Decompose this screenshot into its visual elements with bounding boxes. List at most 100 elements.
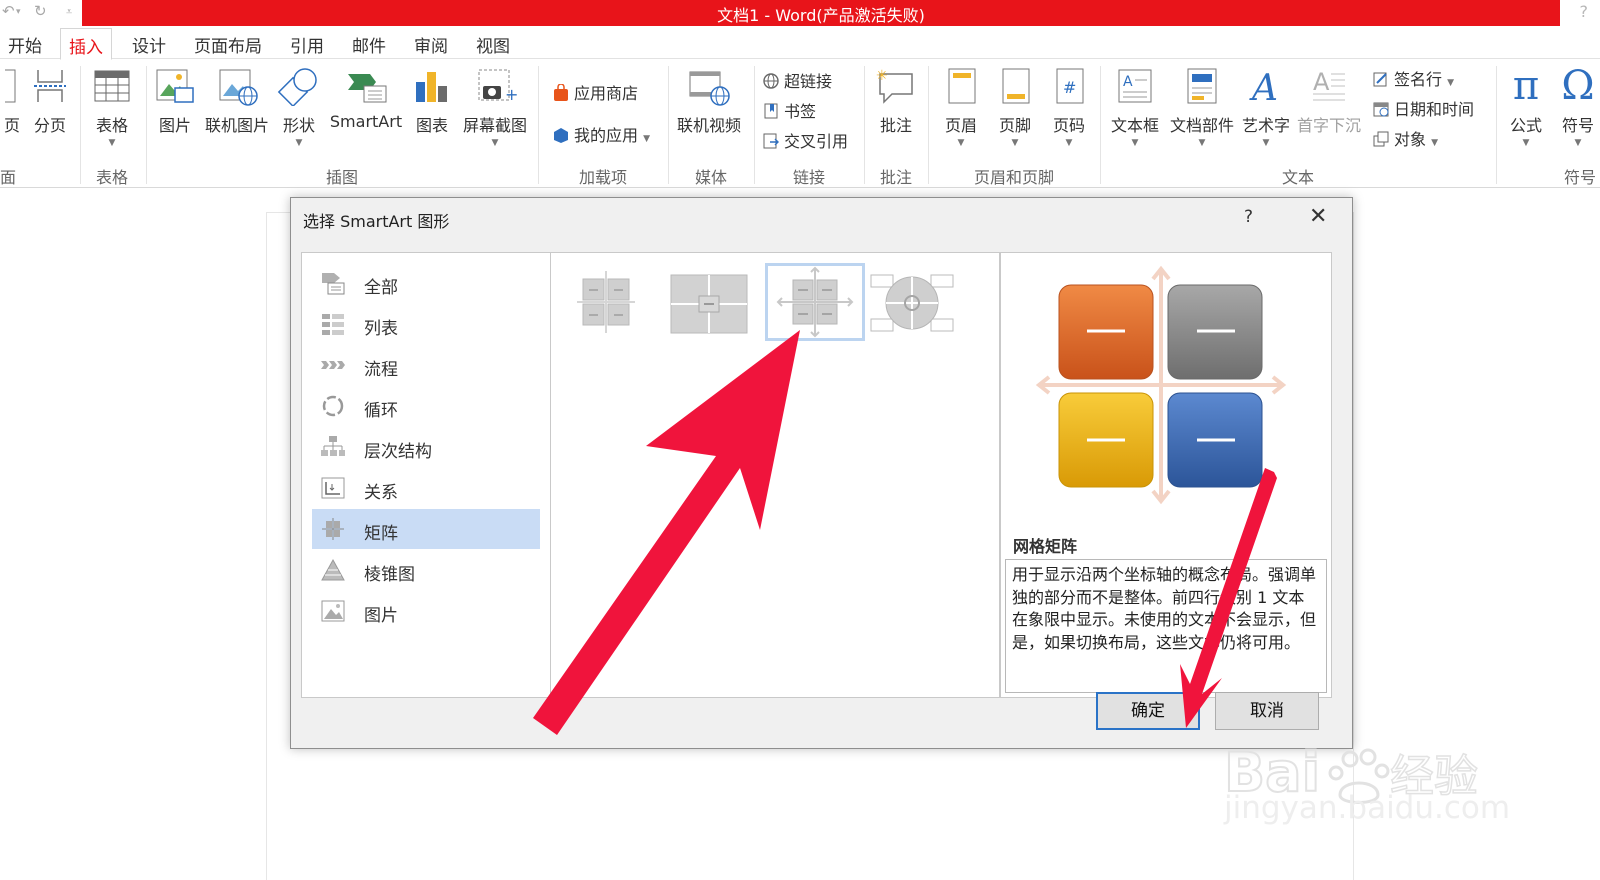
page-icon: [5, 69, 16, 103]
datetime-button[interactable]: 日期和时间: [1372, 96, 1474, 120]
undo-icon[interactable]: ↶: [2, 2, 15, 20]
textbox-icon: A: [1118, 69, 1152, 103]
smartart-icon: [348, 74, 387, 103]
screenshot-button[interactable]: + 屏幕截图 ▼: [458, 66, 532, 148]
category-process[interactable]: 流程: [312, 345, 540, 385]
cover-page-label: 页: [3, 116, 20, 135]
close-icon[interactable]: ✕: [1309, 204, 1327, 229]
hyperlink-label: 超链接: [784, 72, 833, 91]
category-hierarchy[interactable]: 层次结构: [312, 427, 540, 467]
titled-matrix-icon: [670, 274, 748, 334]
picture-button[interactable]: 图片: [152, 66, 198, 136]
shapes-icon: [277, 68, 317, 106]
store-button[interactable]: 应用商店: [552, 80, 638, 104]
layout-basic-matrix[interactable]: [565, 265, 647, 339]
table-label: 表格: [95, 116, 128, 135]
table-button[interactable]: 表格 ▼: [88, 66, 136, 148]
category-all[interactable]: 全部: [312, 263, 540, 303]
online-picture-icon: [219, 69, 258, 106]
addins-group-label: 加载项: [578, 168, 627, 187]
cover-page-button[interactable]: 页: [0, 66, 24, 136]
word-window: ↶ ▾ ↻ ⩡ 文档1 - Word(产品激活失败) ? 开始 插入 设计 页面…: [0, 0, 1600, 880]
table-icon: [94, 70, 130, 102]
redo-icon[interactable]: ↻: [34, 2, 47, 20]
wordart-icon: A: [1249, 68, 1278, 106]
picture-icon: [321, 600, 345, 622]
page-break-button[interactable]: 分页: [28, 66, 72, 136]
equation-button[interactable]: π 公式 ▼: [1500, 66, 1552, 148]
chart-button[interactable]: 图表: [412, 66, 452, 136]
tab-design[interactable]: 设计: [132, 32, 166, 57]
header-icon: [948, 68, 976, 104]
category-label: 关系: [364, 483, 398, 503]
dialog-help-icon[interactable]: ?: [1244, 207, 1253, 227]
tab-home[interactable]: 开始: [8, 32, 42, 57]
svg-text:A: A: [1313, 68, 1330, 96]
category-picture[interactable]: 图片: [312, 591, 540, 631]
chevron-down-icon: ▼: [1574, 138, 1582, 148]
online-video-icon: [689, 71, 730, 106]
cross-reference-button[interactable]: 交叉引用: [762, 128, 848, 152]
tab-mailings[interactable]: 邮件: [352, 32, 386, 57]
online-picture-button[interactable]: 联机图片: [202, 66, 272, 136]
tab-insert[interactable]: 插入: [60, 28, 112, 60]
chevron-down-icon: ▼: [1447, 78, 1455, 88]
textbox-button[interactable]: A 文本框 ▼: [1104, 66, 1166, 148]
pages-group-label: 面: [0, 168, 17, 187]
customize-icon[interactable]: ⩡: [66, 5, 72, 19]
hyperlink-button[interactable]: 超链接: [762, 68, 832, 92]
ribbon-tabs: 开始 插入 设计 页面布局 引用 邮件 审阅 视图: [0, 26, 1600, 60]
quick-parts-button[interactable]: 文档部件 ▼: [1166, 66, 1238, 148]
category-pyramid[interactable]: 棱锥图: [312, 550, 540, 590]
chevron-down-icon: ▼: [1262, 138, 1270, 148]
symbol-label: 符号: [1561, 116, 1594, 135]
bookmark-button[interactable]: 书签: [762, 98, 816, 122]
footer-icon: [1002, 68, 1030, 104]
ok-button[interactable]: 确定: [1096, 692, 1200, 730]
screenshot-label: 屏幕截图: [462, 116, 527, 135]
tab-review[interactable]: 审阅: [414, 32, 448, 57]
chevron-down-icon: ▼: [491, 138, 499, 148]
svg-text:✳: ✳: [876, 68, 888, 84]
shapes-button[interactable]: 形状 ▼: [276, 66, 322, 148]
tab-references[interactable]: 引用: [290, 32, 324, 57]
layout-titled-matrix[interactable]: [667, 265, 751, 339]
header-button[interactable]: 页眉 ▼: [938, 66, 984, 148]
help-icon[interactable]: ?: [1580, 2, 1589, 21]
footer-button[interactable]: 页脚 ▼: [992, 66, 1038, 148]
layout-cycle-matrix[interactable]: [869, 265, 955, 339]
footer-label: 页脚: [998, 116, 1031, 135]
my-apps-label: 我的应用: [574, 126, 639, 145]
page-number-icon: #: [1056, 68, 1084, 104]
object-button[interactable]: 对象 ▼: [1372, 126, 1438, 150]
layout-grid-matrix[interactable]: [765, 263, 865, 341]
category-cycle[interactable]: 循环: [312, 386, 540, 426]
layout-gallery: [551, 252, 1000, 698]
screenshot-icon: +: [478, 69, 517, 104]
online-picture-label: 联机图片: [204, 116, 269, 135]
smartart-button[interactable]: SmartArt: [326, 66, 406, 131]
category-matrix[interactable]: 矩阵: [312, 509, 540, 549]
links-group-label: 链接: [792, 168, 825, 187]
shapes-label: 形状: [282, 116, 315, 135]
undo-dropdown-icon[interactable]: ▾: [16, 7, 21, 17]
tab-page-layout[interactable]: 页面布局: [194, 32, 262, 57]
chevron-down-icon: ▼: [295, 138, 303, 148]
symbol-button[interactable]: Ω 符号 ▼: [1556, 66, 1600, 148]
page-number-button[interactable]: # 页码 ▼: [1046, 66, 1092, 148]
cancel-button[interactable]: 取消: [1215, 692, 1319, 730]
dropcap-button[interactable]: A 首字下沉: [1294, 66, 1364, 136]
category-relationship[interactable]: 关系: [312, 468, 540, 508]
category-list-layouts[interactable]: 列表: [312, 304, 540, 344]
comment-button[interactable]: ✳ 批注: [872, 66, 920, 136]
preview-panel: 网格矩阵 用于显示沿两个坐标轴的概念布局。强调单独的部分而不是整体。前四行级别 …: [1000, 252, 1332, 698]
signature-line-button[interactable]: 签名行 ▼: [1372, 66, 1454, 90]
online-video-button[interactable]: 联机视频: [672, 66, 746, 136]
picture-label: 图片: [158, 116, 191, 135]
tab-view[interactable]: 视图: [476, 32, 510, 57]
comments-group-label: 批注: [879, 168, 912, 187]
my-apps-button[interactable]: 我的应用 ▼: [552, 122, 650, 146]
wordart-button[interactable]: A 艺术字 ▼: [1238, 66, 1294, 148]
chevron-down-icon: ▼: [957, 138, 965, 148]
symbols-group-label: 符号: [1563, 168, 1596, 187]
